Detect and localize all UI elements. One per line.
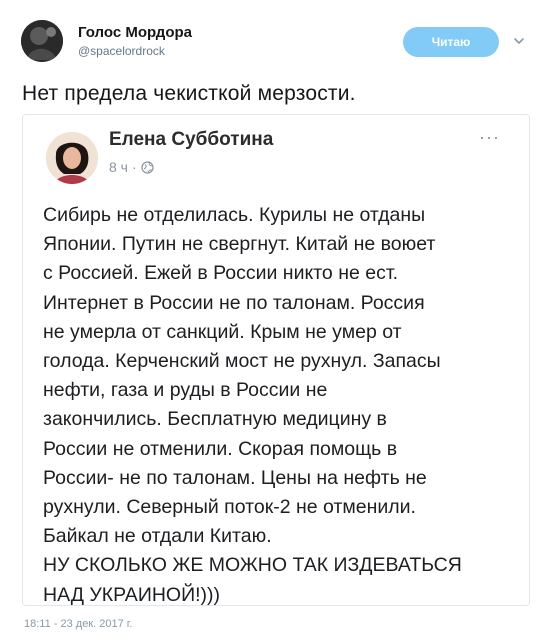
post-author-avatar[interactable]	[46, 132, 98, 184]
post-line: Интернет в России не по талонам. Россия	[43, 291, 425, 314]
post-line: рухнули. Северный поток-2 не отменили.	[43, 496, 416, 519]
post-line: России- не по талонам. Цены на нефть не	[43, 466, 427, 489]
chevron-down-icon[interactable]	[512, 34, 526, 48]
post-line: Байкал не отдали Китаю.	[43, 525, 272, 548]
tweet-author-avatar[interactable]	[21, 20, 63, 62]
post-line: НАД УКРАИНОЙ!)))	[43, 583, 220, 606]
post-line: НУ СКОЛЬКО ЖЕ МОЖНО ТАК ИЗДЕВАТЬСЯ	[43, 554, 462, 577]
post-time[interactable]: 8 ч	[109, 159, 128, 175]
meta-separator: ·	[131, 159, 137, 175]
post-line: России не отменили. Скорая помощь в	[43, 437, 398, 460]
globe-icon	[141, 160, 154, 174]
post-author-name[interactable]: Елена Субботина	[109, 129, 273, 151]
post-line: закончились. Бесплатную медицину в	[43, 408, 387, 431]
embedded-post-card[interactable]: Елена Субботина 8 ч · ··· Сибирь не отде…	[22, 114, 530, 606]
tweet-text: Нет предела чекисткой мерзости.	[22, 82, 356, 105]
post-line: нефти, газа и руды в России не	[43, 379, 328, 402]
user-avatar-icon	[21, 20, 63, 62]
author-handle[interactable]: @spacelordrock	[78, 44, 165, 58]
tweet-timestamp[interactable]: 18:11 - 23 дек. 2017 г.	[24, 618, 133, 630]
post-meta: 8 ч ·	[109, 159, 154, 175]
more-options-icon[interactable]: ···	[479, 127, 500, 148]
post-line: Сибирь не отделилась. Курилы не отданы	[43, 204, 426, 226]
post-line: с Россией. Ежей в России никто не ест.	[43, 262, 399, 285]
post-line: Японии. Путин не свергнут. Китай не воюе…	[43, 233, 436, 256]
post-body: Сибирь не отделилась. Курилы не отданы Я…	[43, 201, 523, 610]
follow-button[interactable]: Читаю	[403, 27, 499, 57]
post-line: голода. Керченский мост не рухнул. Запас…	[43, 350, 441, 373]
post-line: не умерла от санкций. Крым не умер от	[43, 320, 402, 343]
author-display-name[interactable]: Голос Мордора	[78, 24, 192, 41]
